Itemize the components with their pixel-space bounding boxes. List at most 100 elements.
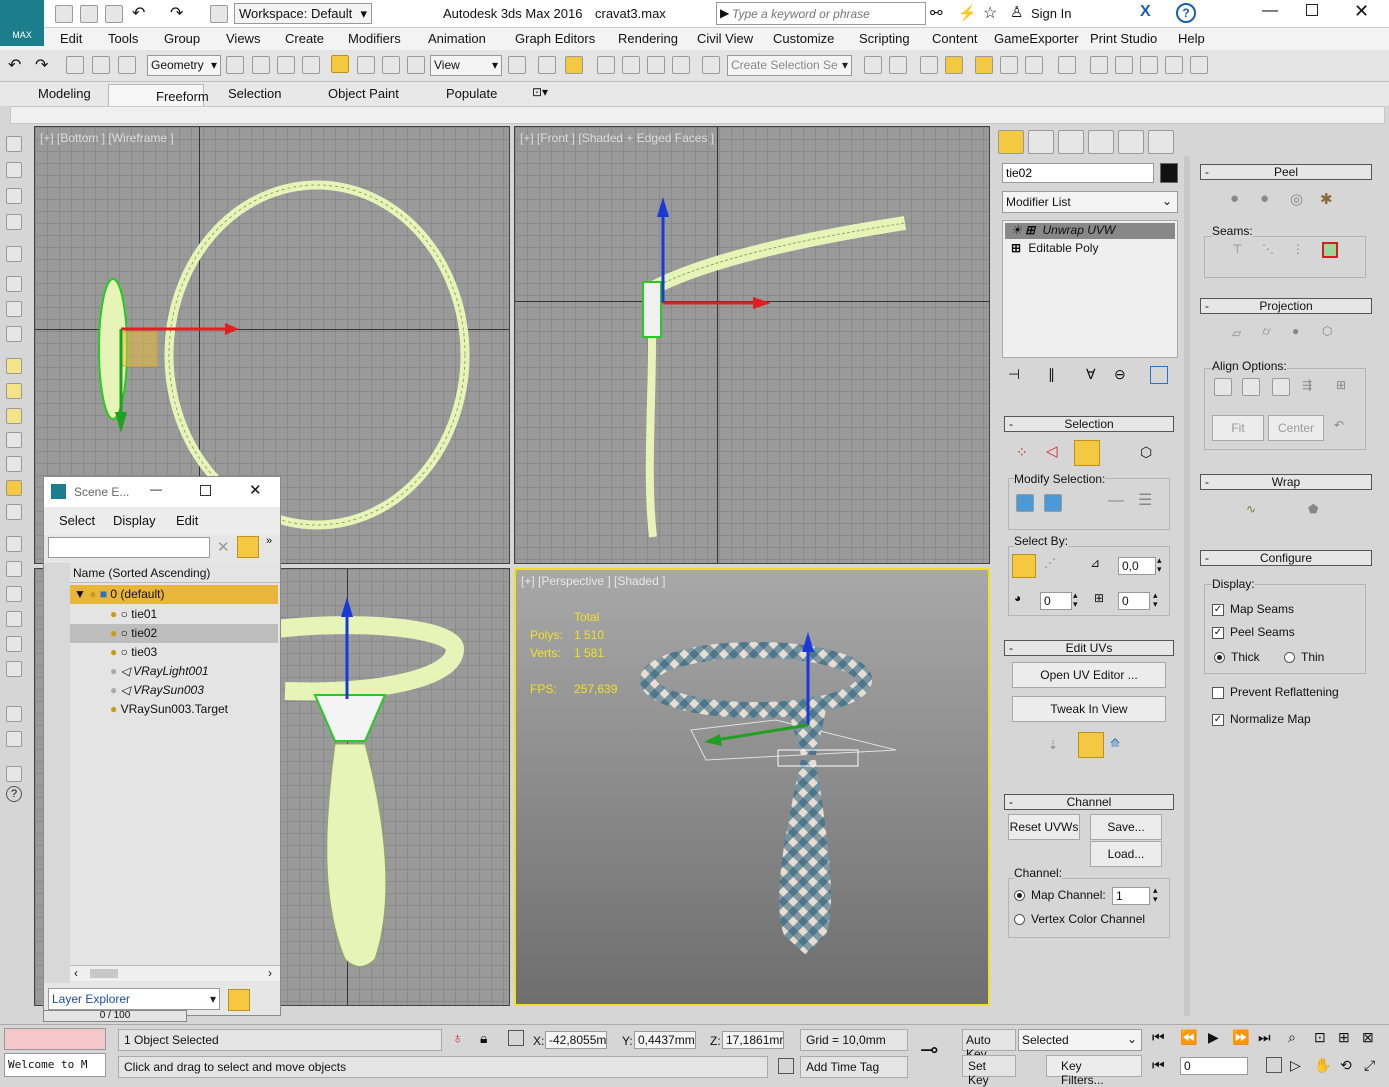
edge-select-icon[interactable]: ◁ bbox=[1046, 442, 1058, 460]
menu-group[interactable]: Group bbox=[164, 31, 200, 46]
channel-rollout-header[interactable]: - Channel bbox=[1004, 794, 1174, 810]
stack-item-editable-poly[interactable]: ⊞ Editable Poly bbox=[1005, 241, 1175, 257]
spinner-arrows-icon[interactable]: ▴ ▾ bbox=[1153, 591, 1158, 609]
sphere-icon[interactable] bbox=[6, 383, 22, 399]
search-input[interactable] bbox=[732, 5, 922, 22]
render-cloud-icon[interactable] bbox=[1190, 56, 1208, 74]
maxscript-listener-pink[interactable] bbox=[4, 1028, 106, 1050]
select-by-element-icon[interactable] bbox=[1012, 554, 1036, 578]
box-map-icon[interactable]: ⬡ bbox=[1322, 324, 1332, 338]
key-filters-button[interactable]: Key Filters... bbox=[1046, 1055, 1142, 1087]
minimize-icon[interactable]: — bbox=[1262, 2, 1278, 20]
scroll-thumb[interactable] bbox=[90, 969, 118, 978]
save-uvws-button[interactable]: Save... bbox=[1090, 814, 1162, 840]
viewport-label-front[interactable]: [+] [Front ] [Shaded + Edged Faces ] bbox=[520, 131, 714, 145]
user-icon[interactable]: ♙ bbox=[1010, 3, 1023, 21]
quick-planar-icon[interactable]: ⇣ bbox=[1048, 738, 1058, 752]
viewport-label-perspective[interactable]: [+] [Perspective ] [Shaded ] bbox=[521, 574, 665, 588]
wrap-rollout-header[interactable]: - Wrap bbox=[1200, 474, 1372, 490]
menu-content[interactable]: Content bbox=[932, 31, 978, 46]
texture-icon[interactable] bbox=[6, 661, 22, 677]
vertex-color-radio[interactable]: Vertex Color Channel bbox=[1014, 912, 1145, 926]
select-by-name-icon[interactable] bbox=[252, 56, 270, 74]
menu-create[interactable]: Create bbox=[285, 31, 324, 46]
play-icon[interactable]: ▶ bbox=[1208, 1029, 1219, 1046]
bulb-icon[interactable]: ● bbox=[110, 626, 117, 640]
question-icon[interactable]: ? bbox=[6, 786, 22, 802]
move-icon[interactable] bbox=[331, 55, 349, 73]
remove-modifier-icon[interactable]: ⊖ bbox=[1114, 366, 1126, 383]
set-key-mode-icon[interactable]: ⊸ bbox=[920, 1037, 938, 1063]
link-icon[interactable] bbox=[66, 56, 84, 74]
set-key-button[interactable]: Set Key bbox=[962, 1055, 1016, 1087]
scroll-right-icon[interactable]: › bbox=[268, 966, 272, 980]
particle-icon[interactable] bbox=[6, 561, 22, 577]
object-color-swatch[interactable] bbox=[1160, 163, 1178, 183]
open-file-icon[interactable] bbox=[80, 5, 98, 23]
map-channel-radio[interactable]: Map Channel: bbox=[1014, 888, 1106, 902]
named-selection-dropdown[interactable]: Create Selection Se ▾ bbox=[727, 55, 852, 76]
place-icon[interactable] bbox=[407, 56, 425, 74]
grow-selection-icon[interactable] bbox=[1016, 494, 1034, 512]
expand-panel-icon[interactable]: » bbox=[266, 535, 272, 547]
tree-row-vraysun003-target[interactable]: ● VRaySun003.Target bbox=[70, 700, 306, 719]
menu-rendering[interactable]: Rendering bbox=[618, 31, 678, 46]
viewport-layout-icon[interactable] bbox=[6, 162, 22, 178]
reset-projection-icon[interactable]: ↶ bbox=[1334, 418, 1344, 432]
bulb-icon[interactable]: ☀ bbox=[1011, 223, 1022, 237]
show-end-result-icon[interactable]: ∥ bbox=[1048, 366, 1055, 383]
edit-uvs-rollout-header[interactable]: - Edit UVs bbox=[1004, 640, 1174, 656]
modify-tab-icon[interactable] bbox=[1028, 130, 1054, 154]
tree-row-vraysun003[interactable]: ● ◁ VRaySun003 bbox=[70, 681, 306, 700]
mirror-icon[interactable] bbox=[864, 56, 882, 74]
expand-seams-icon[interactable]: ⋮ bbox=[1292, 242, 1304, 256]
z-coordinate-field[interactable]: 17,1861mr bbox=[722, 1031, 784, 1049]
viewport-label-bottom[interactable]: [+] [Bottom ] [Wireframe ] bbox=[40, 131, 174, 145]
layers-icon[interactable] bbox=[228, 989, 250, 1011]
maximize-viewport-icon[interactable]: ⤢ bbox=[1364, 1057, 1375, 1074]
spherical-map-icon[interactable]: ● bbox=[1292, 324, 1299, 338]
scene-explorer-icon[interactable] bbox=[945, 56, 963, 74]
keyboard-shortcut-icon[interactable] bbox=[565, 56, 583, 74]
time-config-icon[interactable] bbox=[1266, 1057, 1282, 1073]
field-of-view-icon[interactable]: ▷ bbox=[1290, 1057, 1301, 1074]
next-frame-icon[interactable]: ⏩ bbox=[1232, 1029, 1249, 1046]
bulb-off-icon[interactable]: ● bbox=[110, 683, 117, 697]
ignore-backfacing-icon[interactable]: ⋰ bbox=[1044, 556, 1056, 570]
scroll-left-icon[interactable]: ‹ bbox=[74, 966, 78, 980]
undo-icon[interactable]: ↶ bbox=[132, 3, 145, 23]
render-sphere-icon[interactable] bbox=[6, 706, 22, 722]
reference-coordinate-dropdown[interactable]: View ▾ bbox=[430, 55, 502, 76]
planar-angle-spinner[interactable]: 0,0 bbox=[1118, 557, 1156, 575]
rectangle-selection-icon[interactable] bbox=[277, 56, 295, 74]
make-unique-icon[interactable]: ∀ bbox=[1086, 366, 1096, 383]
map-seams-checkbox[interactable]: ✓ Map Seams bbox=[1212, 602, 1294, 616]
bulb-icon[interactable]: ● bbox=[110, 607, 117, 621]
sun-icon[interactable] bbox=[6, 480, 22, 496]
close-icon[interactable]: ✕ bbox=[1354, 1, 1369, 22]
bulb-icon[interactable]: ● bbox=[110, 702, 117, 716]
tree-row-tie01[interactable]: ● ○ tie01 bbox=[70, 605, 306, 624]
absolute-mode-icon[interactable] bbox=[508, 1030, 524, 1046]
filter-icon[interactable] bbox=[237, 536, 259, 558]
manipulate-icon[interactable] bbox=[538, 56, 556, 74]
bind-space-warp-icon[interactable] bbox=[118, 56, 136, 74]
cone-icon[interactable] bbox=[6, 456, 22, 472]
ring-selection-icon[interactable]: ☰ bbox=[1138, 490, 1152, 510]
expand-plus-icon[interactable]: ⊞ bbox=[1025, 223, 1035, 237]
menu-animation[interactable]: Animation bbox=[428, 31, 486, 46]
menu-scripting[interactable]: Scripting bbox=[859, 31, 910, 46]
viewport-perspective-shaded[interactable]: [+] [Perspective ] [Shaded ] Total Polys… bbox=[514, 568, 990, 1006]
fit-button[interactable]: Fit bbox=[1212, 415, 1264, 441]
best-align-icon[interactable]: ⇶ bbox=[1302, 378, 1312, 392]
panel-scrollbar[interactable] bbox=[1184, 156, 1190, 1016]
curve-editor-icon[interactable] bbox=[1000, 56, 1018, 74]
settings-icon[interactable] bbox=[6, 766, 22, 782]
ribbon-tab-freeform-active[interactable]: Freeform bbox=[108, 84, 209, 106]
pan-icon[interactable]: ✋ bbox=[1314, 1057, 1331, 1074]
object-name-field[interactable] bbox=[1002, 163, 1154, 183]
redo-toolbar-icon[interactable]: ↷ bbox=[35, 55, 48, 75]
ribbon-options-icon[interactable]: ⊡▾ bbox=[532, 85, 548, 99]
menu-graph-editors[interactable]: Graph Editors bbox=[515, 31, 595, 46]
select-by-value-1[interactable]: 0 bbox=[1040, 592, 1072, 610]
